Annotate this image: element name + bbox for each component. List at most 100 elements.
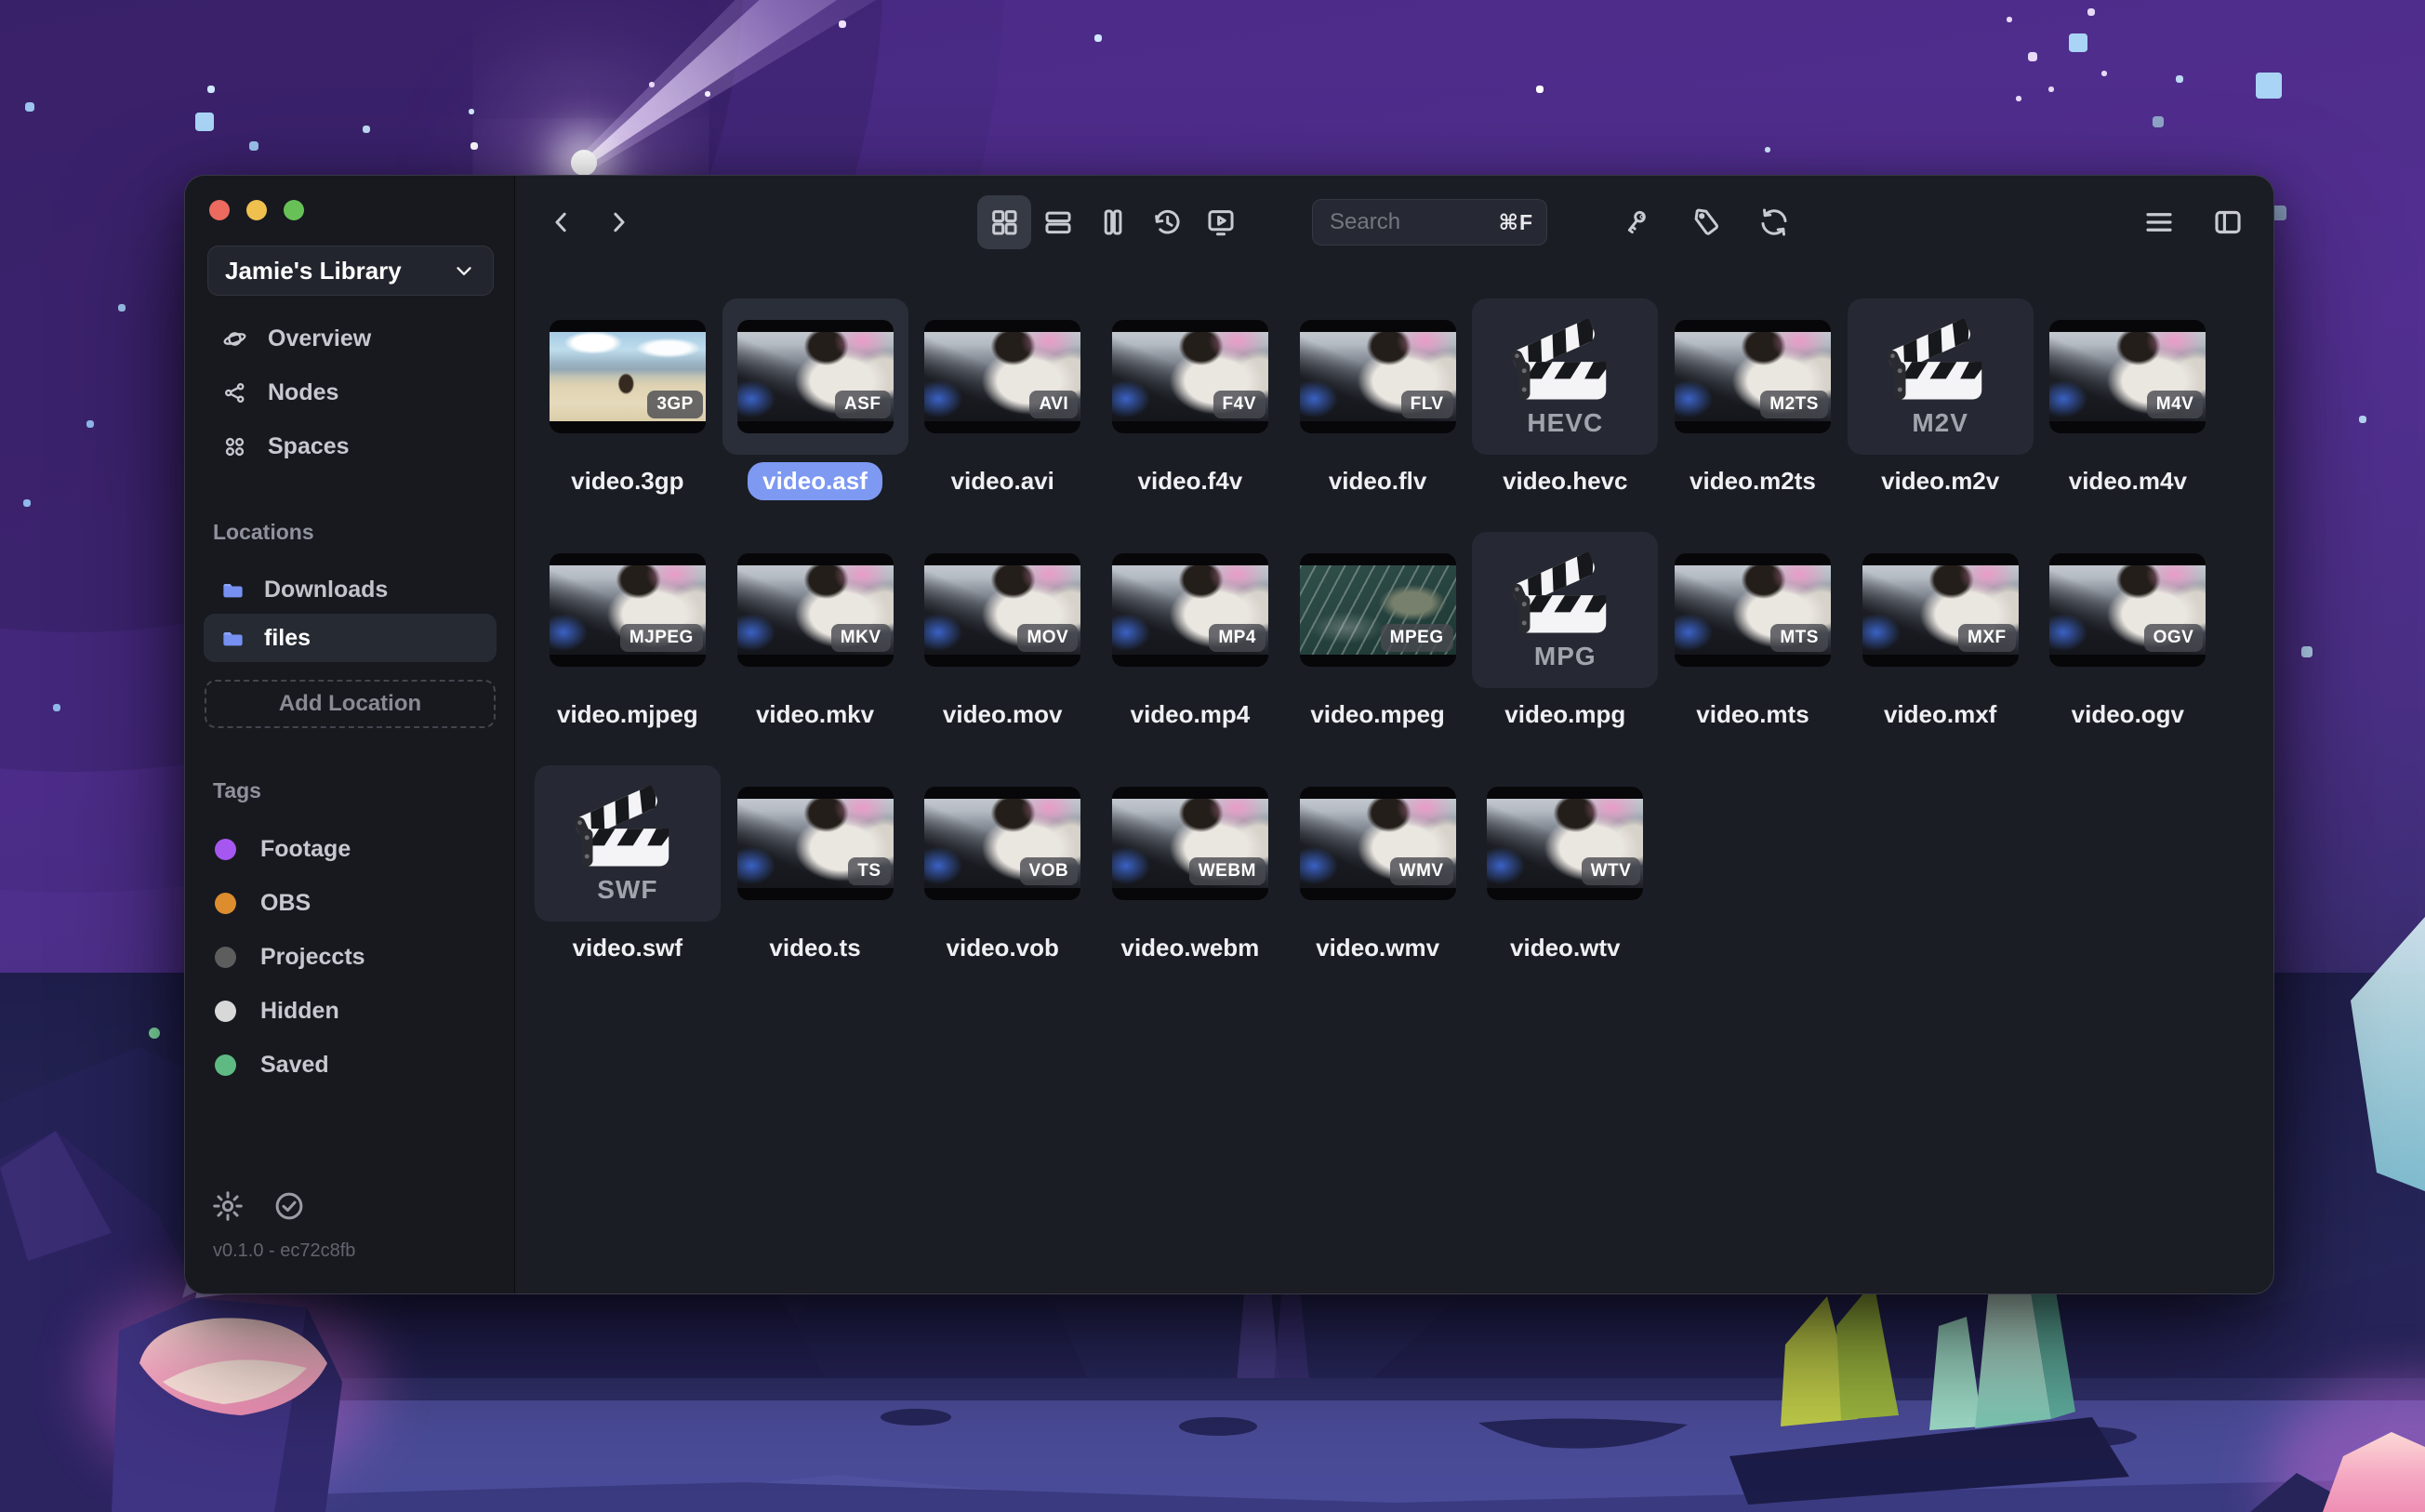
file-item[interactable]: M2V M2V video.m2v [1847, 298, 2034, 532]
file-item[interactable]: MJPEG MJPEG video.mjpeg [534, 532, 722, 765]
format-badge: MXF [1958, 624, 2016, 652]
file-name: video.mov [928, 696, 1078, 734]
key-icon [1620, 206, 1651, 238]
spaces-icon [222, 434, 247, 459]
file-name: video.asf [748, 462, 882, 500]
chevron-left-icon [548, 208, 576, 236]
desktop: Jamie's Library Overview Nodes [0, 0, 2425, 1512]
main-panel: ⌘F [515, 176, 2273, 1293]
file-name: video.hevc [1488, 462, 1642, 500]
key-manager-button[interactable] [1620, 206, 1651, 238]
file-item[interactable]: MXF MXF video.mxf [1847, 532, 2034, 765]
file-item[interactable]: FLV FLV video.flv [1284, 298, 1472, 532]
file-item[interactable]: MP4 MP4 video.mp4 [1096, 532, 1284, 765]
format-label: SWF [597, 875, 657, 905]
file-item[interactable]: OGV OGV video.ogv [2034, 532, 2222, 765]
format-badge: MTS [1770, 624, 1828, 652]
file-grid: 3GP 3GP video.3gp ASF ASF video.asf AVI [515, 269, 2273, 1293]
close-button[interactable] [209, 200, 230, 220]
file-item[interactable]: MPEG MPEG video.mpeg [1284, 532, 1472, 765]
format-badge: VOB [1020, 857, 1079, 885]
view-mode-grid-button[interactable] [977, 195, 1031, 249]
sidebar-item-nodes[interactable]: Nodes [185, 365, 514, 419]
file-name: video.mpeg [1295, 696, 1459, 734]
clapperboard-icon: HEVC [1506, 315, 1623, 438]
file-thumbnail: MP4 MP4 [1097, 532, 1283, 688]
tag-item[interactable]: OBS [185, 876, 514, 930]
file-item[interactable]: ASF ASF video.asf [722, 298, 909, 532]
sidebar: Jamie's Library Overview Nodes [185, 176, 515, 1293]
check-circle-icon[interactable] [272, 1189, 306, 1223]
format-label: HEVC [1527, 408, 1603, 438]
file-name: video.m2v [1866, 462, 2014, 500]
file-item[interactable]: SWF SWF video.swf [534, 765, 722, 999]
forward-button[interactable] [604, 208, 632, 236]
back-button[interactable] [548, 208, 576, 236]
format-badge: F4V [1213, 391, 1266, 418]
file-thumbnail: MPEG MPEG [1285, 532, 1471, 688]
sidebar-item-overview[interactable]: Overview [185, 312, 514, 365]
file-thumbnail: FLV FLV [1285, 298, 1471, 455]
location-item-files[interactable]: files [204, 614, 497, 662]
file-item[interactable]: TS TS video.ts [722, 765, 909, 999]
sidebar-item-label: Nodes [268, 379, 338, 406]
search-box: ⌘F [1312, 199, 1547, 245]
view-mode-media-button[interactable] [1194, 195, 1248, 249]
file-thumbnail: MPG MPG [1472, 532, 1658, 688]
grid-view-icon [988, 206, 1020, 238]
file-item[interactable]: VOB VOB video.vob [908, 765, 1096, 999]
sidebar-item-spaces[interactable]: Spaces [185, 419, 514, 473]
file-name: video.mp4 [1116, 696, 1266, 734]
format-badge: MJPEG [620, 624, 703, 652]
minimize-button[interactable] [246, 200, 267, 220]
file-item[interactable]: HEVC HEVC video.hevc [1471, 298, 1659, 532]
clapperboard-icon: MPG [1506, 549, 1623, 671]
file-name: video.mkv [741, 696, 889, 734]
locations-header: Locations [213, 520, 314, 545]
tag-assign-button[interactable] [1690, 206, 1722, 238]
file-name: video.wtv [1495, 929, 1635, 967]
file-item[interactable]: MKV MKV video.mkv [722, 532, 909, 765]
file-item[interactable]: M4V M4V video.m4v [2034, 298, 2222, 532]
file-item[interactable]: MOV MOV video.mov [908, 532, 1096, 765]
file-item[interactable]: M2TS M2TS video.m2ts [1659, 298, 1847, 532]
file-thumbnail: MXF MXF [1848, 532, 2034, 688]
tag-item[interactable]: Projeccts [185, 930, 514, 984]
file-item[interactable]: MTS MTS video.mts [1659, 532, 1847, 765]
refresh-icon [1758, 206, 1790, 238]
file-item[interactable]: WEBM WEBM video.webm [1096, 765, 1284, 999]
file-item[interactable]: 3GP 3GP video.3gp [534, 298, 722, 532]
menu-button[interactable] [2142, 206, 2176, 239]
format-badge: MOV [1017, 624, 1078, 652]
file-item[interactable]: AVI AVI video.avi [908, 298, 1096, 532]
file-name: video.mxf [1869, 696, 2011, 734]
view-mode-list-button[interactable] [1031, 195, 1085, 249]
search-input[interactable] [1328, 208, 1499, 236]
file-item[interactable]: F4V F4V video.f4v [1096, 298, 1284, 532]
refresh-button[interactable] [1758, 206, 1790, 238]
format-badge: MPEG [1381, 624, 1453, 652]
library-selector[interactable]: Jamie's Library [207, 245, 494, 296]
location-item-downloads[interactable]: Downloads [204, 565, 497, 614]
panel-toggle-button[interactable] [2211, 206, 2245, 239]
nodes-icon [222, 380, 247, 405]
tag-item[interactable]: Saved [185, 1038, 514, 1092]
file-item[interactable]: WTV WTV video.wtv [1471, 765, 1659, 999]
file-name: video.swf [558, 929, 697, 967]
view-mode-history-button[interactable] [1140, 195, 1194, 249]
tag-item[interactable]: Footage [185, 822, 514, 876]
file-thumbnail: TS TS [722, 765, 908, 922]
locations-list: Downloads files [204, 565, 497, 662]
view-mode-columns-button[interactable] [1086, 195, 1140, 249]
list-view-icon [1042, 206, 1074, 238]
gear-icon[interactable] [211, 1189, 245, 1223]
menu-icon [2142, 206, 2176, 239]
tag-item[interactable]: Hidden [185, 984, 514, 1038]
file-item[interactable]: MPG MPG video.mpg [1471, 532, 1659, 765]
file-name: video.3gp [556, 462, 698, 500]
file-item[interactable]: WMV WMV video.wmv [1284, 765, 1472, 999]
add-location-button[interactable]: Add Location [205, 680, 496, 728]
tags-list: Footage OBS Projeccts Hidden Saved [185, 822, 514, 1092]
zoom-button[interactable] [284, 200, 304, 220]
file-thumbnail: ASF ASF [722, 298, 908, 455]
